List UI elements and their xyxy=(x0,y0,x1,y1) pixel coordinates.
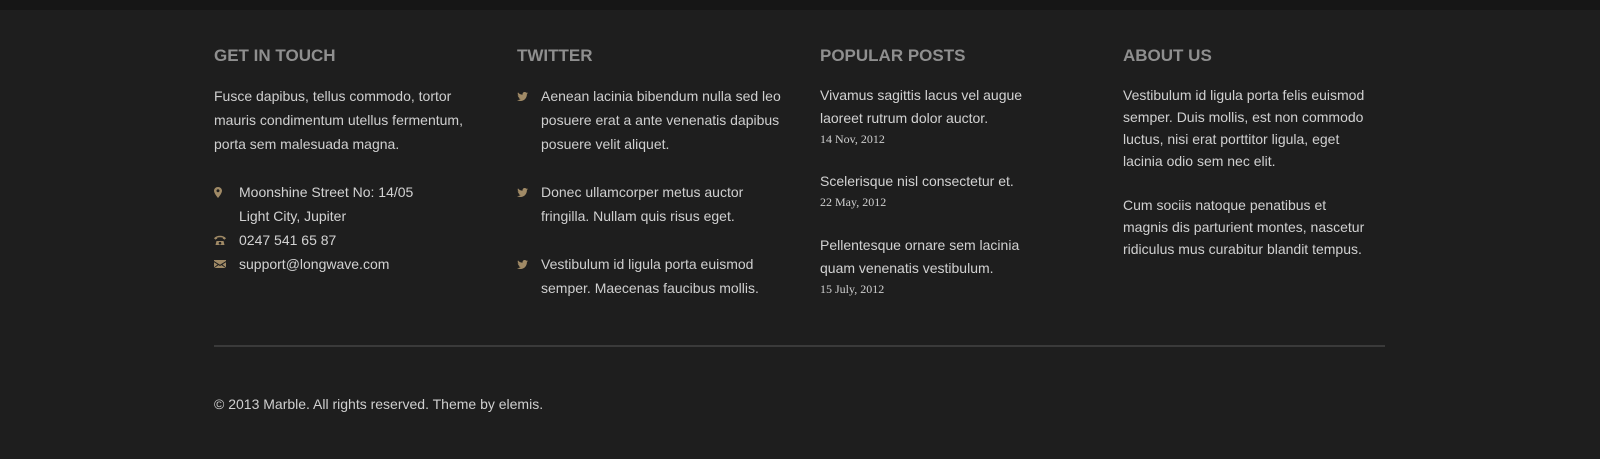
twitter-bird-icon xyxy=(517,252,541,276)
contact-phone: 0247 541 65 87 xyxy=(214,228,484,252)
get-in-touch-section: GET IN TOUCH Fusce dapibus, tellus commo… xyxy=(214,46,484,272)
post-title-link[interactable]: Pellentesque ornare sem lacinia quam ven… xyxy=(820,234,1050,280)
post-item[interactable]: Pellentesque ornare sem lacinia quam ven… xyxy=(820,234,1050,298)
tweet-text: Aenean lacinia bibendum nulla sed leo po… xyxy=(541,88,781,152)
copyright-text: © 2013 Marble. All rights reserved. Them… xyxy=(214,396,544,412)
top-bar xyxy=(0,0,1600,10)
twitter-heading: TWITTER xyxy=(517,46,593,65)
phone-number: 0247 541 65 87 xyxy=(239,232,337,248)
email-link[interactable]: support@longwave.com xyxy=(239,252,389,276)
address-line-2: Light City, Jupiter xyxy=(239,208,347,224)
twitter-section: TWITTER Aenean lacinia bibendum nulla se… xyxy=(517,46,787,296)
address-line-1: Moonshine Street No: 14/05 xyxy=(239,184,414,200)
post-date: 22 May, 2012 xyxy=(820,195,887,209)
post-item[interactable]: Scelerisque nisl consectetur et. 22 May,… xyxy=(820,170,1050,211)
post-title-link[interactable]: Scelerisque nisl consectetur et. xyxy=(820,170,1050,193)
about-us-heading: ABOUT US xyxy=(1123,46,1212,65)
footer-divider xyxy=(214,345,1385,347)
contact-list: Moonshine Street No: 14/05 Light City, J… xyxy=(214,180,484,276)
contact-address-line-2: Light City, Jupiter xyxy=(214,204,484,228)
tweet-item: Donec ullamcorper metus auctor fringilla… xyxy=(517,180,787,228)
about-paragraph: Cum sociis natoque penatibus et magnis d… xyxy=(1123,197,1365,257)
get-in-touch-heading: GET IN TOUCH xyxy=(214,46,336,65)
envelope-icon xyxy=(214,252,239,276)
contact-address: Moonshine Street No: 14/05 xyxy=(214,180,484,204)
contact-email[interactable]: support@longwave.com xyxy=(214,252,484,276)
twitter-bird-icon xyxy=(517,84,541,108)
twitter-bird-icon xyxy=(517,180,541,204)
tweet-item: Vestibulum id ligula porta euismod sempe… xyxy=(517,252,787,300)
tweet-text: Vestibulum id ligula porta euismod sempe… xyxy=(541,256,759,296)
about-paragraph: Vestibulum id ligula porta felis euismod… xyxy=(1123,87,1365,169)
post-item[interactable]: Vivamus sagittis lacus vel augue laoreet… xyxy=(820,84,1050,148)
tweet-item: Aenean lacinia bibendum nulla sed leo po… xyxy=(517,84,787,156)
post-title-link[interactable]: Vivamus sagittis lacus vel augue laoreet… xyxy=(820,84,1050,130)
popular-posts-section: POPULAR POSTS Vivamus sagittis lacus vel… xyxy=(820,46,1080,296)
post-date: 15 July, 2012 xyxy=(820,282,885,296)
map-pin-icon xyxy=(214,180,239,204)
get-in-touch-intro: Fusce dapibus, tellus commodo, tortor ma… xyxy=(214,88,463,152)
tweet-text: Donec ullamcorper metus auctor fringilla… xyxy=(541,184,744,224)
about-us-section: ABOUT US Vestibulum id ligula porta feli… xyxy=(1123,46,1383,257)
phone-icon xyxy=(214,228,239,252)
post-date: 14 Nov, 2012 xyxy=(820,132,885,146)
popular-posts-heading: POPULAR POSTS xyxy=(820,46,966,65)
